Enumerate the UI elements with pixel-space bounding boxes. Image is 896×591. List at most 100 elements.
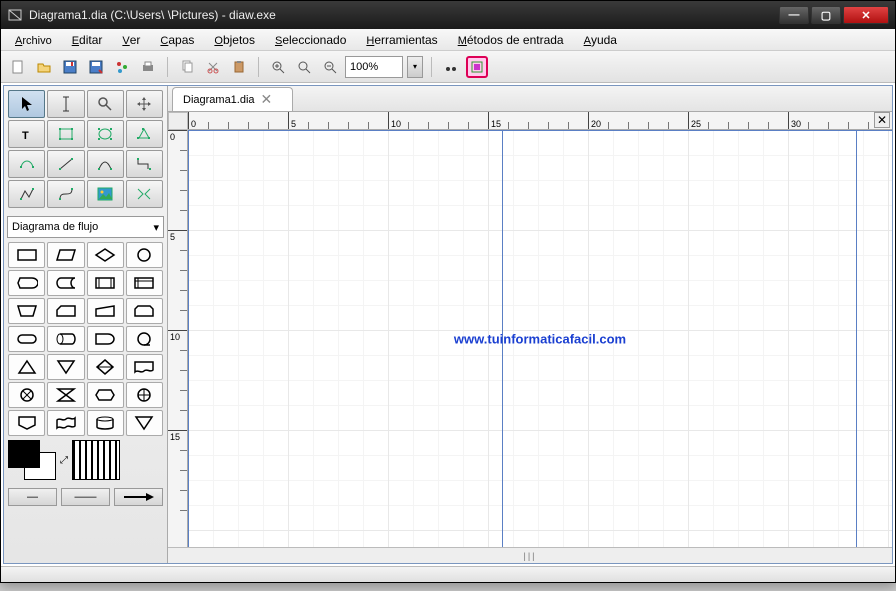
minimize-button[interactable]: — — [779, 6, 809, 24]
menu-objetos[interactable]: Objetos — [206, 31, 263, 49]
shape-connector[interactable] — [126, 242, 163, 268]
line-mid-style[interactable]: —— — [61, 488, 110, 506]
app-window: Diagrama1.dia (C:\Users\ \Pictures) - di… — [0, 0, 896, 583]
polyline-tool[interactable] — [8, 180, 45, 208]
main-toolbar: 100% ▾ — [1, 51, 895, 83]
shape-preparation[interactable] — [87, 382, 124, 408]
menu-ayuda[interactable]: Ayuda — [576, 31, 625, 49]
open-file-button[interactable] — [33, 56, 55, 78]
cut-button[interactable] — [202, 56, 224, 78]
beziergon-tool[interactable] — [8, 150, 45, 178]
paste-button[interactable] — [228, 56, 250, 78]
zigzag-tool[interactable] — [126, 150, 163, 178]
page-boundary — [856, 130, 857, 547]
snap-grid-button[interactable] — [440, 56, 462, 78]
shape-delay[interactable] — [87, 326, 124, 352]
shape-internal-storage[interactable] — [126, 270, 163, 296]
menu-editar[interactable]: Editar — [64, 31, 111, 49]
new-file-button[interactable] — [7, 56, 29, 78]
shape-extract[interactable] — [8, 354, 45, 380]
menu-capas[interactable]: Capas — [152, 31, 202, 49]
menu-seleccionado[interactable]: Seleccionado — [267, 31, 354, 49]
fill-pattern[interactable] — [72, 440, 120, 480]
image-tool[interactable] — [87, 180, 124, 208]
shape-sequential[interactable] — [126, 326, 163, 352]
shape-palette — [4, 242, 167, 436]
zoom-out-button[interactable] — [319, 56, 341, 78]
shape-loop-limit[interactable] — [126, 298, 163, 324]
modify-tools: T — [4, 86, 167, 212]
scroll-tool[interactable] — [126, 90, 163, 118]
shape-decision[interactable] — [87, 242, 124, 268]
shape-or[interactable] — [126, 382, 163, 408]
shape-predefined[interactable] — [87, 270, 124, 296]
box-tool[interactable] — [47, 120, 84, 148]
print-button[interactable] — [137, 56, 159, 78]
outline-tool[interactable] — [126, 180, 163, 208]
bezier-tool[interactable] — [47, 180, 84, 208]
shape-sort[interactable] — [87, 354, 124, 380]
separator — [258, 57, 259, 77]
snap-object-button[interactable] — [466, 56, 488, 78]
color-picker[interactable] — [8, 440, 56, 480]
ruler-corner — [168, 112, 188, 130]
shape-parallelogram[interactable] — [47, 242, 84, 268]
zoom-dropdown[interactable]: ▾ — [407, 56, 423, 78]
tab-label: Diagrama1.dia — [183, 94, 255, 106]
shape-card[interactable] — [47, 298, 84, 324]
tab-diagrama1[interactable]: Diagrama1.dia ✕ — [172, 87, 293, 111]
shape-stored-data[interactable] — [47, 270, 84, 296]
ellipse-tool[interactable] — [87, 120, 124, 148]
close-view-button[interactable]: ✕ — [874, 112, 890, 128]
text-tool[interactable]: T — [8, 120, 45, 148]
shape-category-combo[interactable]: Diagrama de flujo ▾ — [7, 216, 164, 238]
shape-terminal[interactable] — [8, 326, 45, 352]
shape-summing[interactable] — [8, 382, 45, 408]
drawing-canvas[interactable]: www.tuinformaticafacil.com — [188, 130, 892, 547]
close-button[interactable]: ✕ — [843, 6, 889, 24]
line-tool[interactable] — [47, 150, 84, 178]
shape-process[interactable] — [8, 242, 45, 268]
shape-direct-data[interactable] — [47, 326, 84, 352]
menu-herramientas[interactable]: Herramientas — [358, 31, 445, 49]
menu-archivo[interactable]: Archivo — [7, 31, 60, 49]
polygon-tool[interactable] — [126, 120, 163, 148]
shape-database[interactable] — [87, 410, 124, 436]
shape-display[interactable] — [8, 270, 45, 296]
shape-merge2[interactable] — [126, 410, 163, 436]
tab-close-icon[interactable]: ✕ — [261, 91, 273, 108]
zoom-fit-button[interactable] — [293, 56, 315, 78]
shape-manual-op[interactable] — [8, 298, 45, 324]
zoom-input[interactable]: 100% — [345, 56, 403, 78]
line-start-style[interactable]: — — [8, 488, 57, 506]
line-end-style[interactable] — [114, 488, 163, 506]
horizontal-scrollbar[interactable]: ||| — [168, 547, 892, 563]
shape-manual-input[interactable] — [87, 298, 124, 324]
shape-merge[interactable] — [47, 354, 84, 380]
document-tabs: Diagrama1.dia ✕ — [168, 86, 892, 112]
copy-button[interactable] — [176, 56, 198, 78]
zoom-in-button[interactable] — [267, 56, 289, 78]
text-edit-tool[interactable] — [47, 90, 84, 118]
save-as-button[interactable] — [85, 56, 107, 78]
magnify-tool[interactable] — [87, 90, 124, 118]
save-button[interactable] — [59, 56, 81, 78]
pointer-tool[interactable] — [8, 90, 45, 118]
menu-ver[interactable]: Ver — [114, 31, 148, 49]
shape-collate[interactable] — [47, 382, 84, 408]
menu-metodos[interactable]: Métodos de entrada — [450, 31, 572, 49]
shape-document[interactable] — [126, 354, 163, 380]
statusbar — [1, 566, 895, 582]
fg-color[interactable] — [8, 440, 40, 468]
horizontal-ruler: 051015202530 — [188, 112, 892, 130]
swap-colors-icon[interactable]: ⤢ — [60, 455, 68, 466]
maximize-button[interactable]: ▢ — [811, 6, 841, 24]
shape-offpage[interactable] — [8, 410, 45, 436]
chevron-down-icon: ▾ — [153, 221, 159, 234]
shape-tape[interactable] — [47, 410, 84, 436]
watermark-text: www.tuinformaticafacil.com — [454, 331, 626, 346]
menubar: Archivo Editar Ver Capas Objetos Selecci… — [1, 29, 895, 51]
separator — [431, 57, 432, 77]
export-button[interactable] — [111, 56, 133, 78]
arc-tool[interactable] — [87, 150, 124, 178]
